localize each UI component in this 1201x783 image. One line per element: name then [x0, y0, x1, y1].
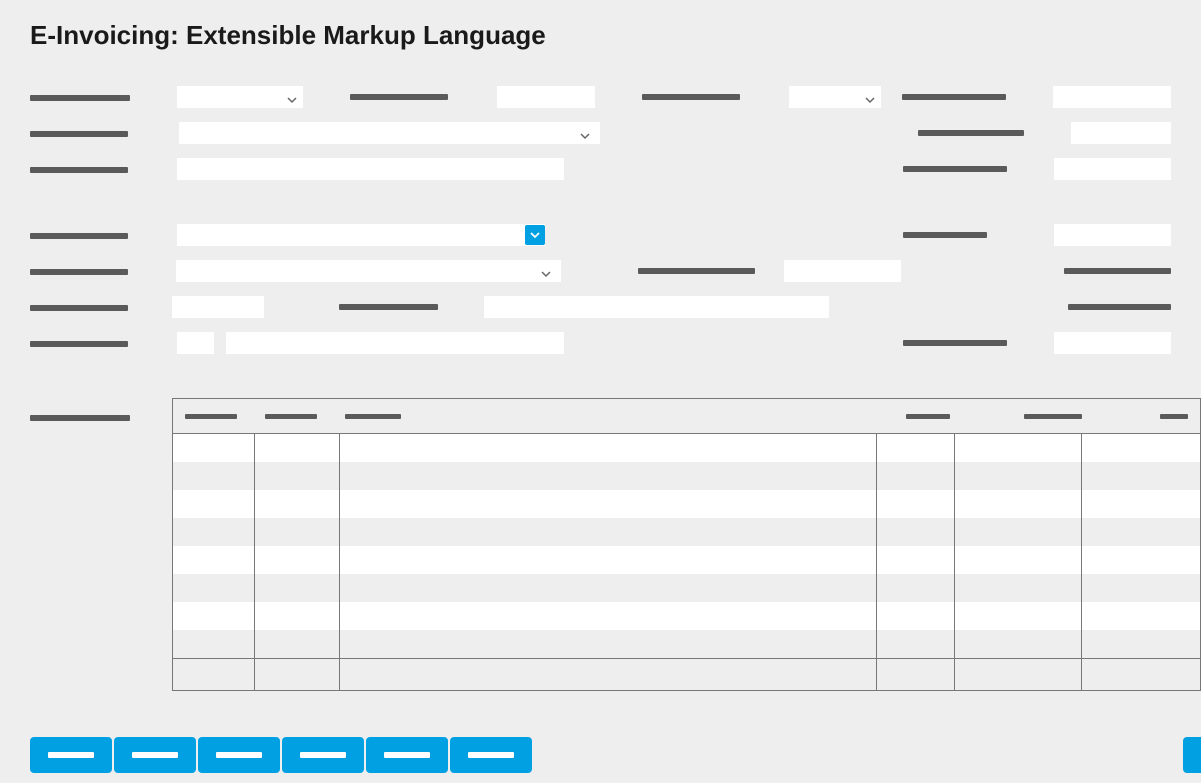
page-title: E-Invoicing: Extensible Markup Language	[30, 20, 1171, 51]
action-button-right[interactable]	[1183, 737, 1201, 773]
text-input[interactable]	[1054, 332, 1171, 354]
field-label	[30, 95, 130, 101]
form-area	[0, 61, 1201, 378]
table-row[interactable]	[173, 518, 1200, 546]
line-items-section	[0, 398, 1201, 691]
form-row-6	[30, 296, 1171, 318]
text-input[interactable]	[172, 296, 263, 318]
table-row[interactable]	[173, 546, 1200, 574]
action-bar	[30, 737, 1201, 773]
dropdown-field[interactable]	[179, 122, 599, 144]
field-label	[30, 131, 128, 137]
form-row-2	[30, 122, 1171, 144]
text-input[interactable]	[1054, 158, 1171, 180]
form-row-1	[30, 86, 1171, 108]
table-row[interactable]	[173, 434, 1200, 462]
field-label	[638, 268, 755, 274]
table-row[interactable]	[173, 630, 1200, 658]
field-label	[339, 304, 438, 310]
chevron-down-icon	[287, 92, 297, 102]
action-button-6[interactable]	[450, 737, 532, 773]
text-input[interactable]	[226, 332, 565, 354]
column-header	[1024, 414, 1082, 419]
field-label	[30, 233, 128, 239]
text-input[interactable]	[177, 332, 214, 354]
column-header	[185, 414, 237, 419]
page-header: E-Invoicing: Extensible Markup Language	[0, 0, 1201, 61]
table-row[interactable]	[173, 462, 1200, 490]
text-input[interactable]	[1054, 224, 1171, 246]
column-header	[265, 414, 317, 419]
column-header	[345, 414, 401, 419]
table-row[interactable]	[173, 602, 1200, 630]
field-label	[903, 232, 987, 238]
field-label	[30, 341, 128, 347]
form-row-4	[30, 224, 1171, 246]
action-button-4[interactable]	[282, 737, 364, 773]
form-row-7	[30, 332, 1171, 354]
text-input[interactable]	[784, 260, 901, 282]
field-label	[918, 130, 1024, 136]
action-button-2[interactable]	[114, 737, 196, 773]
dropdown-toggle-icon[interactable]	[525, 225, 545, 245]
text-input[interactable]	[177, 158, 565, 180]
text-input[interactable]	[497, 86, 595, 108]
chevron-down-icon	[541, 266, 551, 276]
table-header	[173, 399, 1200, 433]
table-body	[173, 433, 1200, 658]
field-label	[350, 94, 448, 100]
line-items-table	[172, 398, 1201, 691]
table-row[interactable]	[173, 574, 1200, 602]
table-row[interactable]	[173, 490, 1200, 518]
table-footer	[173, 658, 1200, 690]
action-button-1[interactable]	[30, 737, 112, 773]
table-label	[30, 415, 130, 421]
text-input[interactable]	[1071, 122, 1171, 144]
field-label	[642, 94, 740, 100]
field-label	[30, 305, 128, 311]
field-label	[30, 269, 128, 275]
action-button-5[interactable]	[366, 737, 448, 773]
field-label	[903, 340, 1007, 346]
text-input[interactable]	[484, 296, 830, 318]
field-label	[1068, 304, 1171, 310]
column-header	[906, 414, 950, 419]
field-label	[30, 167, 128, 173]
action-button-3[interactable]	[198, 737, 280, 773]
form-row-3	[30, 158, 1171, 180]
combo-field[interactable]	[177, 224, 545, 246]
chevron-down-icon	[865, 92, 875, 102]
form-row-5	[30, 260, 1171, 282]
field-label	[902, 94, 1006, 100]
field-label	[903, 166, 1007, 172]
chevron-down-icon	[580, 128, 590, 138]
field-label	[1064, 268, 1171, 274]
text-input[interactable]	[1053, 86, 1171, 108]
dropdown-field[interactable]	[789, 86, 881, 108]
dropdown-field[interactable]	[177, 86, 303, 108]
dropdown-field[interactable]	[176, 260, 561, 282]
column-header	[1160, 414, 1188, 419]
